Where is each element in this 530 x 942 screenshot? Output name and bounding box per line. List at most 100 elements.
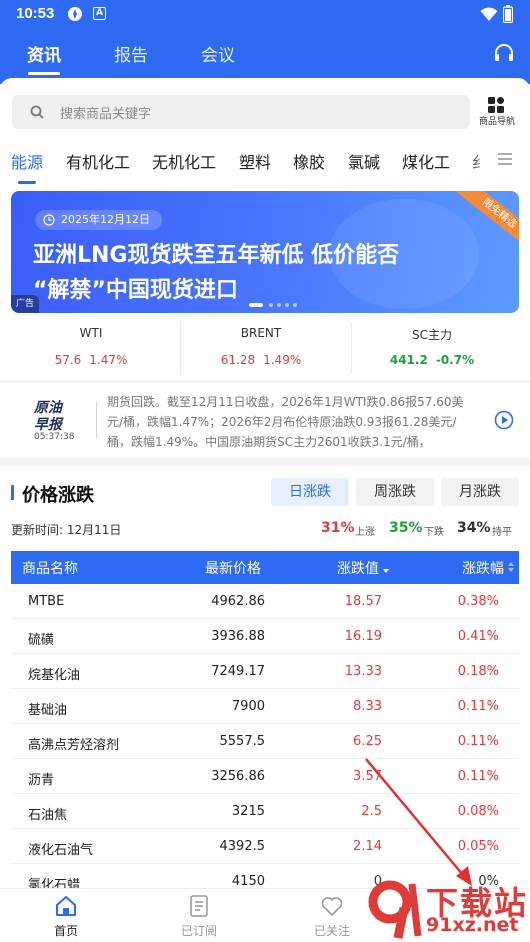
nav-following[interactable]: 已关注: [292, 889, 372, 942]
quote-change: 1.47%: [89, 353, 128, 367]
col-price[interactable]: 最新价格: [205, 558, 261, 578]
col-change[interactable]: 涨跌值: [337, 558, 389, 578]
nav-subscribed-label: 已订阅: [180, 924, 217, 938]
quote-values: 441.2 -0.7%: [348, 353, 516, 367]
table-header: 商品名称 最新价格 涨跌值 涨跌幅: [11, 551, 519, 584]
row-change: 16.19: [344, 629, 382, 644]
row-name: 氯化石蜡: [28, 878, 81, 888]
battery-icon: [503, 5, 513, 23]
morning-brief[interactable]: 原油 早报 05:37:38 期货回跌。截至12月11日收盘，2026年1月WT…: [0, 384, 530, 458]
nav-subscribed[interactable]: 已订阅: [159, 889, 239, 942]
banner-dot: [277, 303, 281, 307]
row-price: 7900: [231, 699, 265, 714]
quote-values: 61.28 1.49%: [177, 353, 345, 367]
row-pct: 0.11%: [457, 734, 499, 749]
header-bar: 10:53 A 资讯 报告 会议: [0, 0, 530, 84]
stat-down-value: 35%: [389, 520, 423, 536]
category-rubber[interactable]: 橡胶: [293, 149, 325, 173]
banner-date-text: 2025年12月12日: [61, 213, 150, 226]
category-coal-chem[interactable]: 煤化工: [402, 149, 450, 173]
quote-value: 441.2: [389, 353, 428, 367]
quote-wti[interactable]: WTI 57.6 1.47%: [7, 318, 175, 380]
table-row[interactable]: 基础油 7900 8.33 0.11%: [11, 689, 519, 724]
row-name: 液化石油气: [28, 843, 94, 858]
row-change: 18.57: [344, 594, 382, 609]
menu-icon[interactable]: [497, 152, 513, 166]
category-plastics[interactable]: 塑料: [239, 149, 271, 173]
nav-following-label: 已关注: [313, 924, 350, 938]
banner-dot: [285, 303, 289, 307]
oil-quotes: WTI 57.6 1.47% BRENT 61.28 1.49% SC主力 441.…: [0, 318, 530, 380]
top-tabs: 资讯 报告 会议: [0, 36, 530, 80]
search-bar[interactable]: 搜索商品关键字: [12, 95, 470, 129]
quote-name: BRENT: [240, 326, 282, 340]
table-row[interactable]: 高沸点芳烃溶剂 5557.5 6.25 0.11%: [11, 724, 519, 759]
product-nav-label: 商品导航: [478, 117, 515, 127]
category-chlor-alkali[interactable]: 氯碱: [348, 149, 380, 173]
row-pct: 0.41%: [457, 629, 499, 644]
section-title: 价格涨跌: [22, 485, 94, 506]
app-notification-icon: A: [93, 7, 106, 20]
banner-headline-1: 亚洲LNG现货跌至五年新低 低价能否: [33, 243, 400, 268]
row-name: 高沸点芳烃溶剂: [28, 738, 120, 753]
tab-news[interactable]: 资讯: [27, 41, 61, 66]
tab-monthly[interactable]: 月涨跌: [441, 478, 519, 506]
wifi-icon: [480, 7, 498, 21]
nav-home[interactable]: 首页: [26, 889, 106, 942]
home-icon: [56, 896, 76, 916]
quote-change: 1.49%: [263, 353, 302, 367]
status-bar: 10:53 A: [0, 0, 530, 28]
category-organic[interactable]: 有机化工: [66, 149, 130, 173]
col-change-label: 涨跌值: [337, 561, 379, 577]
sync-icon: [68, 7, 82, 21]
stat-flat-value: 34%: [457, 520, 491, 536]
table-row[interactable]: MTBE 4962.86 18.57 0.38%: [11, 584, 519, 619]
search-icon: [30, 105, 44, 119]
stat-down-label: 下跌: [424, 527, 444, 538]
stat-up-label: 上涨: [355, 527, 375, 538]
banner-pagination: [249, 303, 309, 307]
banner-date: 2025年12月12日: [35, 210, 162, 230]
category-inorganic[interactable]: 无机化工: [152, 149, 216, 173]
nav-home-label: 首页: [53, 924, 78, 938]
brief-divider: [96, 402, 97, 438]
category-fade: [468, 146, 494, 176]
row-pct: 0.11%: [457, 699, 499, 714]
quote-brent[interactable]: BRENT 61.28 1.49%: [177, 318, 345, 380]
stat-up-value: 31%: [321, 520, 355, 536]
play-icon[interactable]: [494, 410, 514, 430]
quote-value: 57.6: [54, 353, 82, 367]
quote-sc[interactable]: SC主力 441.2 -0.7%: [348, 318, 516, 380]
row-name: 沥青: [28, 773, 55, 788]
status-time: 10:53: [16, 5, 55, 22]
tab-weekly[interactable]: 周涨跌: [356, 478, 434, 506]
row-change: 8.33: [353, 699, 382, 714]
tab-meetings[interactable]: 会议: [201, 41, 235, 66]
product-nav-button[interactable]: 商品导航: [474, 94, 520, 130]
row-price: 4962.86: [211, 594, 265, 609]
table-row[interactable]: 硫磺 3936.88 16.19 0.41%: [11, 619, 519, 654]
grid-icon: [488, 97, 504, 113]
row-price: 3936.88: [211, 629, 265, 644]
divider: [0, 380, 530, 383]
quote-value: 61.28: [220, 353, 256, 367]
col-name: 商品名称: [22, 561, 78, 577]
promo-banner[interactable]: 2025年12月12日 亚洲LNG现货跌至五年新低 低价能否 “解禁”中国现货进…: [11, 191, 519, 313]
quote-name: WTI: [79, 326, 103, 340]
tab-daily[interactable]: 日涨跌: [271, 478, 349, 506]
table-row[interactable]: 烷基化油 7249.17 13.33 0.18%: [11, 654, 519, 689]
banner-headline-2: “解禁”中国现货进口: [33, 278, 238, 303]
tab-reports[interactable]: 报告: [114, 41, 148, 66]
row-name: 烷基化油: [28, 668, 81, 683]
banner-dot-active: [249, 303, 263, 307]
tab-active-indicator: [28, 72, 60, 75]
col-pct[interactable]: 涨跌幅: [462, 558, 514, 578]
watermark-text-2: 91xz.net: [426, 914, 519, 936]
watermark-logo-icon: [368, 880, 422, 939]
headset-icon[interactable]: [493, 42, 515, 64]
category-energy[interactable]: 能源: [11, 149, 43, 173]
category-active-indicator: [18, 181, 36, 184]
stat-flat-label: 持平: [492, 527, 512, 538]
search-placeholder: 搜索商品关键字: [60, 107, 152, 122]
row-price: 4392.5: [219, 839, 266, 854]
